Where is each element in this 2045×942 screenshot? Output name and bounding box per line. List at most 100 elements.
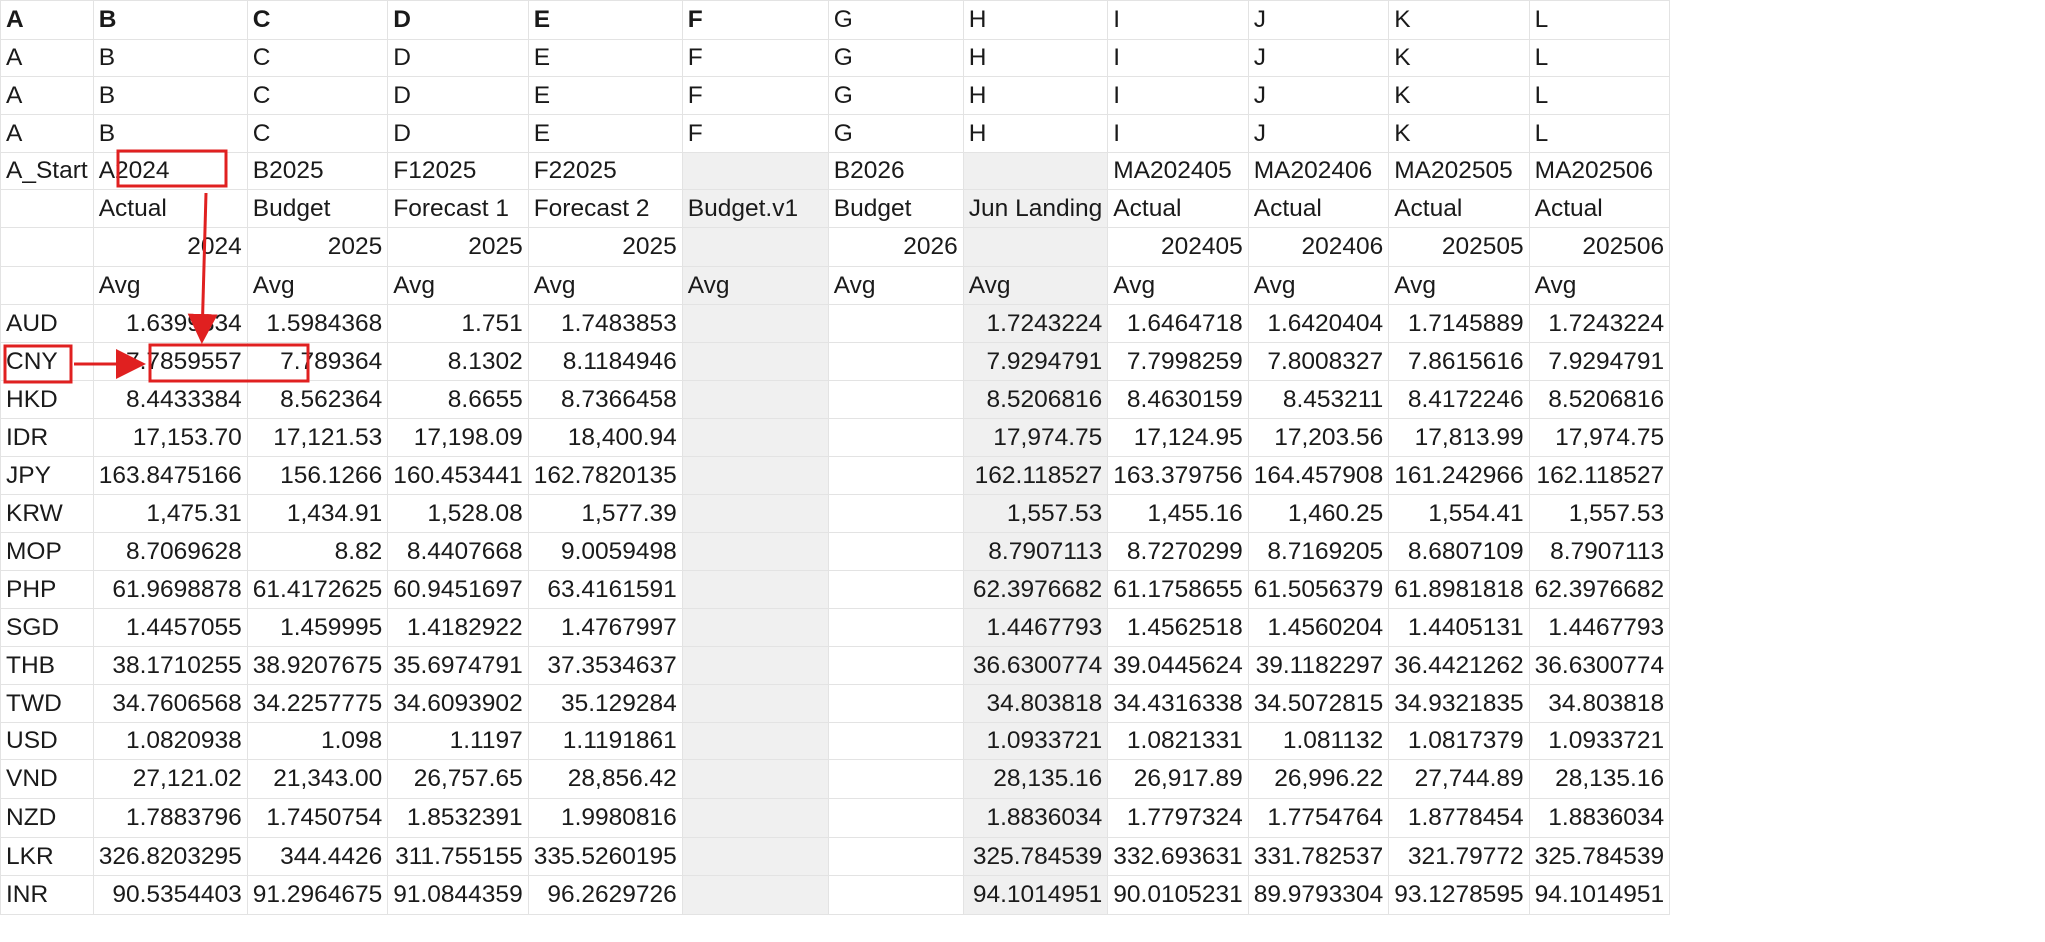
- cell-i11[interactable]: 8.4630159: [1107, 380, 1249, 419]
- cell-e19[interactable]: 35.129284: [527, 684, 683, 723]
- cell-i16[interactable]: 61.1758655: [1107, 570, 1249, 609]
- cell-l21[interactable]: 28,135.16: [1528, 759, 1671, 799]
- cell-a14[interactable]: KRW: [0, 494, 94, 533]
- cell-e9[interactable]: 1.7483853: [527, 304, 683, 343]
- cell-j7[interactable]: 202406: [1247, 227, 1390, 267]
- cell-b24[interactable]: 90.5354403: [92, 875, 248, 915]
- cell-k12[interactable]: 17,813.99: [1388, 418, 1530, 457]
- cell-d5[interactable]: F12025: [387, 152, 529, 190]
- cell-a6[interactable]: [0, 189, 94, 228]
- cell-i3[interactable]: I: [1107, 76, 1249, 115]
- cell-a9[interactable]: AUD: [0, 304, 94, 343]
- cell-e2[interactable]: E: [527, 39, 683, 77]
- cell-g23[interactable]: [827, 837, 964, 876]
- cell-b16[interactable]: 61.9698878: [92, 570, 248, 609]
- cell-f7[interactable]: [681, 227, 829, 267]
- cell-g21[interactable]: [827, 759, 964, 799]
- cell-k19[interactable]: 34.9321835: [1388, 684, 1530, 723]
- cell-d17[interactable]: 1.4182922: [387, 608, 529, 647]
- cell-b18[interactable]: 38.1710255: [92, 646, 248, 685]
- cell-b1[interactable]: B: [92, 0, 248, 40]
- cell-e1[interactable]: E: [527, 0, 683, 40]
- cell-d19[interactable]: 34.6093902: [387, 684, 529, 723]
- cell-c23[interactable]: 344.4426: [246, 837, 389, 876]
- cell-l12[interactable]: 17,974.75: [1528, 418, 1671, 457]
- cell-k9[interactable]: 1.7145889: [1388, 304, 1530, 343]
- cell-d23[interactable]: 311.755155: [387, 837, 529, 876]
- cell-c4[interactable]: C: [246, 114, 389, 153]
- cell-d3[interactable]: D: [387, 76, 529, 115]
- cell-d10[interactable]: 8.1302: [387, 342, 529, 381]
- cell-h16[interactable]: 62.3976682: [962, 570, 1109, 609]
- cell-f21[interactable]: [681, 759, 829, 799]
- cell-e20[interactable]: 1.1191861: [527, 722, 683, 760]
- cell-b21[interactable]: 27,121.02: [92, 759, 248, 799]
- cell-b19[interactable]: 34.7606568: [92, 684, 248, 723]
- cell-c18[interactable]: 38.9207675: [246, 646, 389, 685]
- cell-i10[interactable]: 7.7998259: [1107, 342, 1249, 381]
- cell-j22[interactable]: 1.7754764: [1247, 798, 1390, 838]
- cell-b22[interactable]: 1.7883796: [92, 798, 248, 838]
- cell-k10[interactable]: 7.8615616: [1388, 342, 1530, 381]
- cell-l19[interactable]: 34.803818: [1528, 684, 1671, 723]
- cell-f18[interactable]: [681, 646, 829, 685]
- cell-c7[interactable]: 2025: [246, 227, 389, 267]
- cell-g9[interactable]: [827, 304, 964, 343]
- cell-k13[interactable]: 161.242966: [1388, 456, 1530, 495]
- cell-h10[interactable]: 7.9294791: [962, 342, 1109, 381]
- cell-j20[interactable]: 1.081132: [1247, 722, 1390, 760]
- cell-g19[interactable]: [827, 684, 964, 723]
- cell-j1[interactable]: J: [1247, 0, 1390, 40]
- cell-e17[interactable]: 1.4767997: [527, 608, 683, 647]
- cell-a16[interactable]: PHP: [0, 570, 94, 609]
- cell-c8[interactable]: Avg: [246, 266, 389, 305]
- cell-b12[interactable]: 17,153.70: [92, 418, 248, 457]
- cell-f10[interactable]: [681, 342, 829, 381]
- cell-b11[interactable]: 8.4433384: [92, 380, 248, 419]
- cell-g15[interactable]: [827, 532, 964, 571]
- cell-e8[interactable]: Avg: [527, 266, 683, 305]
- cell-k11[interactable]: 8.4172246: [1388, 380, 1530, 419]
- cell-d2[interactable]: D: [387, 39, 529, 77]
- cell-h9[interactable]: 1.7243224: [962, 304, 1109, 343]
- cell-c16[interactable]: 61.4172625: [246, 570, 389, 609]
- cell-i23[interactable]: 332.693631: [1107, 837, 1249, 876]
- cell-b8[interactable]: Avg: [92, 266, 248, 305]
- cell-j10[interactable]: 7.8008327: [1247, 342, 1390, 381]
- cell-g5[interactable]: B2026: [827, 152, 964, 190]
- cell-c22[interactable]: 1.7450754: [246, 798, 389, 838]
- cell-h13[interactable]: 162.118527: [962, 456, 1109, 495]
- cell-j3[interactable]: J: [1247, 76, 1390, 115]
- cell-j23[interactable]: 331.782537: [1247, 837, 1390, 876]
- cell-g4[interactable]: G: [827, 114, 964, 153]
- cell-d16[interactable]: 60.9451697: [387, 570, 529, 609]
- cell-i19[interactable]: 34.4316338: [1107, 684, 1249, 723]
- cell-e6[interactable]: Forecast 2: [527, 189, 683, 228]
- cell-c5[interactable]: B2025: [246, 152, 389, 190]
- cell-h19[interactable]: 34.803818: [962, 684, 1109, 723]
- cell-l18[interactable]: 36.6300774: [1528, 646, 1671, 685]
- cell-c11[interactable]: 8.562364: [246, 380, 389, 419]
- cell-e23[interactable]: 335.5260195: [527, 837, 683, 876]
- cell-k22[interactable]: 1.8778454: [1388, 798, 1530, 838]
- cell-k20[interactable]: 1.0817379: [1388, 722, 1530, 760]
- cell-h5[interactable]: [962, 152, 1109, 190]
- cell-b23[interactable]: 326.8203295: [92, 837, 248, 876]
- cell-h3[interactable]: H: [962, 76, 1109, 115]
- cell-i24[interactable]: 90.0105231: [1107, 875, 1249, 915]
- cell-f19[interactable]: [681, 684, 829, 723]
- cell-g20[interactable]: [827, 722, 964, 760]
- cell-k16[interactable]: 61.8981818: [1388, 570, 1530, 609]
- cell-i14[interactable]: 1,455.16: [1107, 494, 1249, 533]
- cell-j13[interactable]: 164.457908: [1247, 456, 1390, 495]
- cell-i22[interactable]: 1.7797324: [1107, 798, 1249, 838]
- cell-g17[interactable]: [827, 608, 964, 647]
- cell-f13[interactable]: [681, 456, 829, 495]
- cell-d8[interactable]: Avg: [387, 266, 529, 305]
- cell-g6[interactable]: Budget: [827, 189, 964, 228]
- cell-e15[interactable]: 9.0059498: [527, 532, 683, 571]
- cell-c15[interactable]: 8.82: [246, 532, 389, 571]
- cell-b4[interactable]: B: [92, 114, 248, 153]
- cell-g3[interactable]: G: [827, 76, 964, 115]
- cell-g18[interactable]: [827, 646, 964, 685]
